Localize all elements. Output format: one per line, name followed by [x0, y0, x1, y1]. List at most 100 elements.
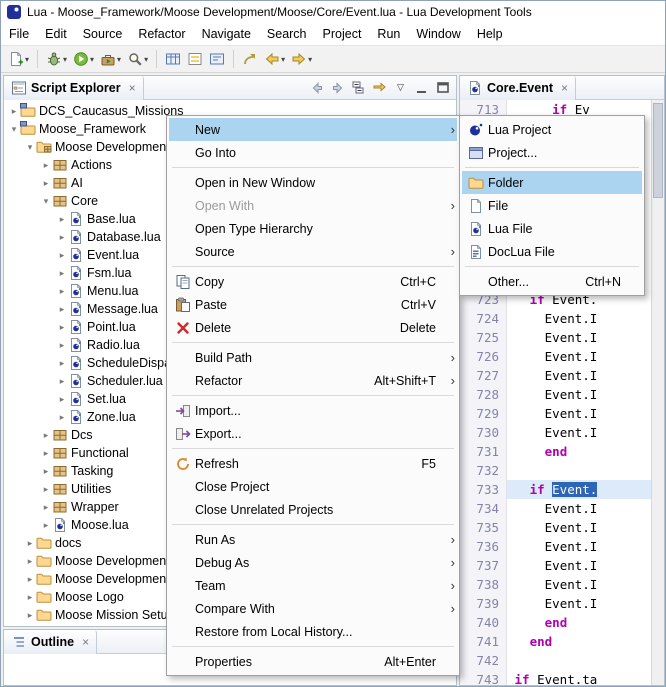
view-menu-button[interactable]: ▽: [391, 78, 410, 97]
debug-button[interactable]: ▾: [43, 47, 70, 71]
menubar-item-file[interactable]: File: [1, 24, 37, 44]
new-submenu-item-project[interactable]: Project...: [462, 141, 642, 164]
context-menu-item-properties[interactable]: PropertiesAlt+Enter: [169, 650, 457, 673]
close-icon[interactable]: ×: [561, 81, 568, 95]
expand-arrow-icon[interactable]: ▸: [56, 250, 68, 261]
expand-arrow-icon[interactable]: ▸: [24, 574, 36, 585]
expand-arrow-icon[interactable]: ▸: [24, 610, 36, 621]
code-text[interactable]: end: [507, 632, 664, 651]
expand-arrow-icon[interactable]: ▸: [8, 106, 20, 117]
new-submenu-item-folder[interactable]: Folder: [462, 171, 642, 194]
menubar-item-search[interactable]: Search: [259, 24, 315, 44]
code-text[interactable]: if Event.: [507, 480, 664, 499]
new-submenu-item-doclua-file[interactable]: DocLua File: [462, 240, 642, 263]
expand-arrow-icon[interactable]: ▾: [40, 196, 52, 207]
code-text[interactable]: Event.I: [507, 423, 664, 442]
context-menu-item-close-unrelated-projects[interactable]: Close Unrelated Projects: [169, 498, 457, 521]
editor-scrollbar[interactable]: [651, 100, 664, 685]
editor-tab-core-event[interactable]: Core.Event ×: [460, 76, 576, 100]
expand-arrow-icon[interactable]: ▸: [24, 538, 36, 549]
expand-arrow-icon[interactable]: ▸: [56, 304, 68, 315]
expand-arrow-icon[interactable]: ▸: [56, 268, 68, 279]
context-menu-item-delete[interactable]: DeleteDelete: [169, 316, 457, 339]
menubar-item-project[interactable]: Project: [315, 24, 370, 44]
menubar-item-source[interactable]: Source: [75, 24, 131, 44]
code-text[interactable]: Event.I: [507, 499, 664, 518]
expand-arrow-icon[interactable]: ▸: [56, 412, 68, 423]
code-text[interactable]: Event.I: [507, 556, 664, 575]
context-menu-item-compare-with[interactable]: Compare With›: [169, 597, 457, 620]
menubar-item-window[interactable]: Window: [408, 24, 468, 44]
external-tools-button[interactable]: ▾: [97, 47, 124, 71]
close-icon[interactable]: ×: [129, 81, 136, 95]
expand-arrow-icon[interactable]: ▸: [56, 286, 68, 297]
expand-arrow-icon[interactable]: ▾: [8, 124, 20, 135]
context-menu-item-source[interactable]: Source›: [169, 240, 457, 263]
context-menu-item-export[interactable]: Export...: [169, 422, 457, 445]
expand-arrow-icon[interactable]: ▸: [40, 484, 52, 495]
expand-arrow-icon[interactable]: ▸: [40, 466, 52, 477]
back-button[interactable]: ▾: [261, 47, 288, 71]
expand-arrow-icon[interactable]: ▸: [40, 430, 52, 441]
menubar-item-help[interactable]: Help: [469, 24, 511, 44]
context-menu-item-copy[interactable]: CopyCtrl+C: [169, 270, 457, 293]
code-text[interactable]: Event.I: [507, 575, 664, 594]
code-text[interactable]: Event.I: [507, 366, 664, 385]
editor-scrollbar-thumb[interactable]: [653, 103, 663, 198]
expand-arrow-icon[interactable]: ▸: [56, 322, 68, 333]
menubar-item-edit[interactable]: Edit: [37, 24, 75, 44]
code-text[interactable]: Event.I: [507, 594, 664, 613]
new-submenu-item-file[interactable]: File: [462, 194, 642, 217]
collapse-all-button[interactable]: [349, 78, 368, 97]
code-text[interactable]: if Event.ta: [507, 670, 664, 685]
link-editor-button[interactable]: [370, 78, 389, 97]
new-submenu-item-lua-file[interactable]: Lua File: [462, 217, 642, 240]
menubar-item-navigate[interactable]: Navigate: [194, 24, 259, 44]
context-menu-item-open-with[interactable]: Open With›: [169, 194, 457, 217]
expand-arrow-icon[interactable]: ▸: [40, 448, 52, 459]
expand-arrow-icon[interactable]: ▸: [40, 160, 52, 171]
menubar-item-run[interactable]: Run: [369, 24, 408, 44]
context-menu-item-team[interactable]: Team›: [169, 574, 457, 597]
context-menu-item-debug-as[interactable]: Debug As›: [169, 551, 457, 574]
new-wizard-button[interactable]: ▾: [5, 47, 32, 71]
last-edit-button[interactable]: [239, 47, 261, 71]
context-menu-item-new[interactable]: New›: [169, 118, 457, 141]
expand-arrow-icon[interactable]: ▸: [56, 340, 68, 351]
menubar-item-refactor[interactable]: Refactor: [130, 24, 193, 44]
context-menu-item-open-in-new-window[interactable]: Open in New Window: [169, 171, 457, 194]
mark-occurrences-button[interactable]: [184, 47, 206, 71]
context-menu-item-paste[interactable]: PasteCtrl+V: [169, 293, 457, 316]
expand-arrow-icon[interactable]: ▸: [56, 376, 68, 387]
expand-arrow-icon[interactable]: ▸: [56, 232, 68, 243]
expand-arrow-icon[interactable]: ▸: [56, 358, 68, 369]
code-text[interactable]: Event.I: [507, 518, 664, 537]
code-text[interactable]: Event.I: [507, 404, 664, 423]
context-menu-item-open-type-hierarchy[interactable]: Open Type Hierarchy: [169, 217, 457, 240]
context-menu-item-import[interactable]: Import...: [169, 399, 457, 422]
context-menu-item-run-as[interactable]: Run As›: [169, 528, 457, 551]
expand-arrow-icon[interactable]: ▸: [56, 394, 68, 405]
context-menu-item-restore-from-local-history[interactable]: Restore from Local History...: [169, 620, 457, 643]
context-menu-item-build-path[interactable]: Build Path›: [169, 346, 457, 369]
code-text[interactable]: end: [507, 442, 664, 461]
outline-tab[interactable]: Outline ×: [4, 630, 97, 654]
code-text[interactable]: [507, 651, 664, 670]
script-explorer-tab[interactable]: Script Explorer ×: [4, 76, 144, 100]
expand-arrow-icon[interactable]: ▸: [24, 592, 36, 603]
expand-arrow-icon[interactable]: ▸: [24, 556, 36, 567]
context-menu-item-go-into[interactable]: Go Into: [169, 141, 457, 164]
forward-nav-button[interactable]: [328, 78, 347, 97]
code-text[interactable]: Event.I: [507, 385, 664, 404]
expand-arrow-icon[interactable]: ▸: [40, 178, 52, 189]
expand-arrow-icon[interactable]: ▾: [24, 142, 36, 153]
run-button[interactable]: ▾: [70, 47, 97, 71]
code-text[interactable]: Event.I: [507, 537, 664, 556]
code-text[interactable]: Event.I: [507, 328, 664, 347]
close-icon[interactable]: ×: [82, 635, 89, 649]
code-text[interactable]: Event.I: [507, 309, 664, 328]
context-menu-item-refactor[interactable]: RefactorAlt+Shift+T›: [169, 369, 457, 392]
back-nav-button[interactable]: [307, 78, 326, 97]
whitespace-button[interactable]: [206, 47, 228, 71]
new-submenu-item-other[interactable]: Other...Ctrl+N: [462, 270, 642, 293]
